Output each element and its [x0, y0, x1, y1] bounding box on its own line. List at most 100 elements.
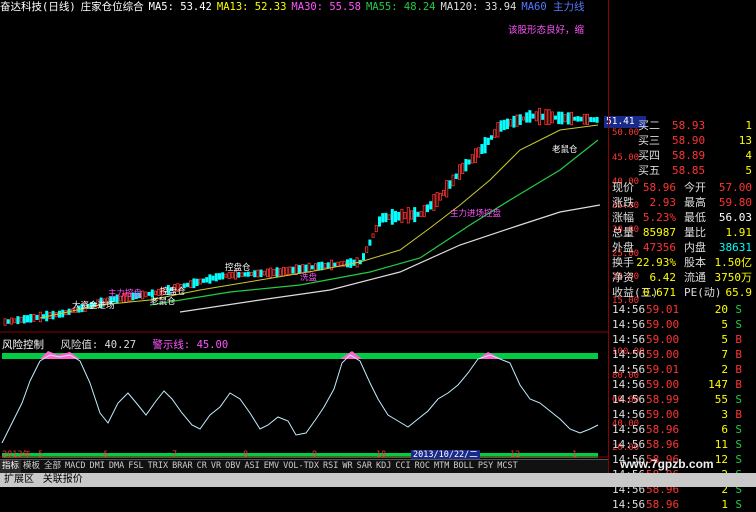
stat-label: 股本	[684, 256, 706, 269]
candle	[3, 318, 7, 326]
candle	[272, 268, 276, 276]
bid-price: 58.89	[672, 149, 706, 162]
candle	[9, 317, 13, 325]
tab-全部[interactable]: 全部	[42, 460, 63, 473]
tab-trix[interactable]: TRIX	[146, 460, 170, 473]
tab-mcst[interactable]: MCST	[495, 460, 519, 473]
tick-volume: 11	[714, 438, 728, 451]
indicator-name[interactable]: 庄家仓位综合	[81, 1, 144, 13]
tab-boll[interactable]: BOLL	[451, 460, 475, 473]
chart-label-4: 控盘仓	[225, 262, 251, 272]
candle	[285, 267, 289, 275]
candle	[445, 180, 449, 198]
tick-direction: S	[735, 318, 742, 331]
candle	[457, 164, 461, 180]
tab-mtm[interactable]: MTM	[432, 460, 451, 473]
warn-band-top	[2, 353, 598, 359]
candle	[368, 239, 372, 246]
stat-value: 22.93%	[636, 256, 676, 269]
candle	[243, 272, 247, 277]
tab-sar[interactable]: SAR	[355, 460, 374, 473]
tab-obv[interactable]: OBV	[223, 460, 242, 473]
tab-fsl[interactable]: FSL	[126, 460, 145, 473]
stock-title[interactable]: 奋达科技(日线)	[0, 1, 76, 13]
tab-rsi[interactable]: RSI	[321, 460, 340, 473]
tab-dma[interactable]: DMA	[107, 460, 126, 473]
candle	[265, 268, 269, 278]
candle	[505, 118, 509, 130]
candle	[528, 110, 532, 123]
tab-vol-tdx[interactable]: VOL-TDX	[281, 460, 321, 473]
bid-label: 买二	[638, 119, 660, 132]
stat-value: 1.50亿	[714, 256, 753, 269]
tab-模板[interactable]: 模板	[21, 460, 42, 473]
tick-price: 59.00	[646, 378, 680, 391]
candle	[246, 271, 250, 277]
candle	[256, 269, 260, 278]
tick-volume: 55	[714, 393, 728, 406]
tick-direction: S	[735, 498, 742, 511]
candle	[281, 266, 285, 277]
tick-row: 14:56 58.99 55 S	[612, 392, 756, 407]
tab-asi[interactable]: ASI	[242, 460, 261, 473]
candle	[19, 316, 23, 323]
chart-label-2: 主力控盘	[108, 288, 143, 298]
candle	[307, 262, 311, 273]
candle	[227, 271, 231, 279]
candle	[384, 212, 388, 223]
footer-related-quote[interactable]: 关联报价	[43, 474, 83, 485]
candle	[240, 272, 244, 277]
tab-wr[interactable]: WR	[340, 460, 354, 473]
candle	[390, 209, 394, 225]
stat-label: 最高	[684, 196, 706, 209]
stat-value: 1.91	[725, 226, 753, 239]
tick-time: 14:56	[612, 348, 646, 361]
candle	[230, 272, 234, 279]
indicator-panel-name[interactable]: 风险控制	[2, 339, 44, 351]
tick-volume: 5	[721, 318, 728, 331]
stat-value: 65.9	[725, 286, 753, 299]
stat-label: 流通	[684, 271, 706, 284]
tick-direction: S	[735, 453, 742, 466]
candle	[323, 262, 327, 269]
tick-volume: 12	[714, 453, 728, 466]
candle	[441, 190, 445, 196]
tab-brar[interactable]: BRAR	[170, 460, 194, 473]
main-chart[interactable]: 大资金进场 主力控盘 控盘仓 控盘仓 洗盘 老鼠仓 老鼠仓 主力进场控盘	[0, 0, 608, 333]
footer-expand[interactable]: 扩展区	[4, 474, 34, 485]
candle	[262, 270, 266, 276]
candle	[467, 159, 471, 165]
candle	[595, 116, 599, 123]
tab-指标[interactable]: 指标	[0, 460, 22, 473]
tab-macd[interactable]: MACD	[63, 460, 87, 473]
candle	[317, 262, 321, 271]
candle	[16, 316, 20, 325]
tick-row: 14:56 58.96 11 S	[612, 437, 756, 452]
tab-kdj[interactable]: KDJ	[374, 460, 393, 473]
tab-cr[interactable]: CR	[195, 460, 209, 473]
candle	[345, 259, 349, 268]
stat-value: 3750万	[714, 271, 753, 284]
candle	[29, 314, 33, 323]
tick-direction: S	[735, 393, 742, 406]
candle	[425, 204, 429, 213]
tab-roc[interactable]: ROC	[413, 460, 432, 473]
candle	[496, 122, 500, 138]
tab-emv[interactable]: EMV	[262, 460, 281, 473]
candle	[570, 111, 574, 126]
candle	[515, 114, 519, 127]
chart-header: 奋达科技(日线) 庄家仓位综合 MA5: 53.42 MA13: 52.33 MA30:…	[0, 0, 608, 14]
tab-psy[interactable]: PSY	[476, 460, 495, 473]
tab-cci[interactable]: CCI	[393, 460, 412, 473]
candle	[493, 129, 497, 139]
tab-dmi[interactable]: DMI	[88, 460, 107, 473]
candle	[201, 278, 205, 283]
stat-label: PE(动)	[684, 286, 722, 299]
bid-price: 58.93	[672, 119, 706, 132]
tick-row: 14:56 59.00 147 B	[612, 377, 756, 392]
tick-direction: B	[735, 408, 742, 421]
stat-value: 6.42	[649, 271, 677, 284]
tick-price: 58.99	[646, 393, 680, 406]
candle	[534, 111, 538, 122]
tab-vr[interactable]: VR	[209, 460, 223, 473]
